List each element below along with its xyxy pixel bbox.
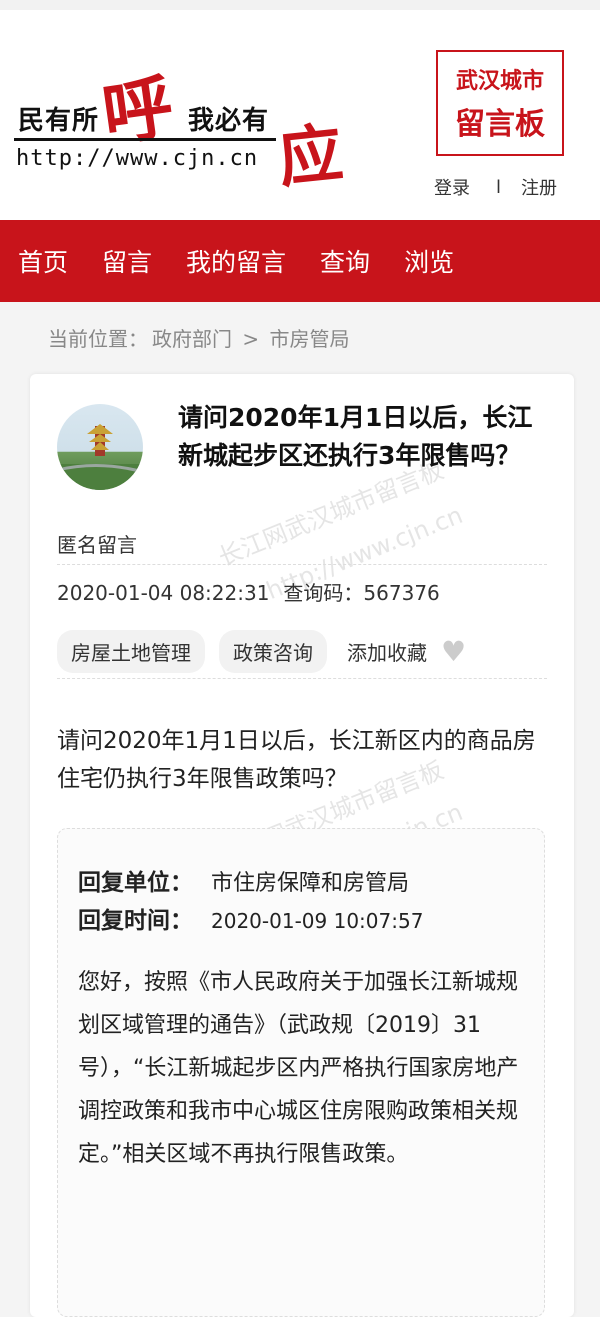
question-meta: 2020-01-04 08:22:31 查询码：567376 bbox=[57, 577, 440, 606]
reply-box: 回复单位： 市住房保障和房管局 回复时间： 2020-01-09 10:07:57 … bbox=[57, 828, 545, 1317]
board-logo-line2: 留言板 bbox=[455, 107, 545, 142]
breadcrumb-prefix: 当前位置： bbox=[48, 327, 148, 351]
breadcrumb-level2[interactable]: 市房管局 bbox=[269, 327, 349, 351]
reply-time-label: 回复时间： bbox=[78, 908, 193, 934]
query-code-label: 查询码： bbox=[283, 581, 364, 605]
logo-text-right: 我必有 bbox=[188, 106, 270, 136]
reply-unit-row: 回复单位： 市住房保障和房管局 bbox=[78, 863, 409, 897]
nav-browse[interactable]: 浏览 bbox=[404, 243, 454, 279]
breadcrumb-level1[interactable]: 政府部门 bbox=[152, 327, 232, 351]
heart-icon[interactable]: ♥ bbox=[441, 635, 466, 668]
tag-row: 房屋土地管理 政策咨询 添加收藏 ♥ bbox=[57, 630, 466, 673]
logo-calligraphy-hu: 呼 bbox=[97, 64, 179, 157]
divider bbox=[57, 564, 547, 565]
nav-my-messages[interactable]: 我的留言 bbox=[186, 243, 286, 279]
avatar bbox=[57, 404, 143, 490]
divider bbox=[57, 678, 547, 679]
post-datetime: 2020-01-04 08:22:31 bbox=[57, 581, 270, 605]
logo-url: http://www.cjn.cn bbox=[16, 146, 259, 171]
login-link[interactable]: 登录 bbox=[434, 174, 470, 200]
question-title: 请问2020年1月1日以后，长江新城起步区还执行3年限售吗？ bbox=[178, 403, 533, 470]
site-header: 民有所 呼 我必有 应 http://www.cjn.cn 武汉城市 留言板 登… bbox=[0, 10, 600, 220]
message-card: 长江网武汉城市留言板 http://www.cjn.cn 长江网武汉城市留言板 … bbox=[30, 374, 574, 1317]
question-body: 请问2020年1月1日以后，长江新区内的商品房住宅仍执行3年限售政策吗？ bbox=[57, 728, 536, 792]
reply-time: 2020-01-09 10:07:57 bbox=[211, 909, 424, 933]
reply-unit: 市住房保障和房管局 bbox=[211, 871, 410, 896]
logo-underline bbox=[14, 138, 276, 141]
nav-home[interactable]: 首页 bbox=[18, 243, 68, 279]
logo-text-left: 民有所 bbox=[18, 106, 100, 136]
tag-category[interactable]: 房屋土地管理 bbox=[57, 630, 205, 673]
main-nav: 首页 留言 我的留言 查询 浏览 bbox=[0, 220, 600, 302]
reply-text: 您好，按照《市人民政府关于加强长江新城规划区域管理的通告》（武政规〔2019〕3… bbox=[78, 970, 519, 1167]
auth-links: 登录 l 注册 bbox=[434, 174, 574, 200]
tag-type[interactable]: 政策咨询 bbox=[219, 630, 327, 673]
reply-time-row: 回复时间： 2020-01-09 10:07:57 bbox=[78, 901, 423, 935]
author-label: 匿名留言 bbox=[57, 533, 137, 557]
nav-search[interactable]: 查询 bbox=[320, 243, 370, 279]
query-code: 567376 bbox=[363, 581, 440, 605]
nav-post-message[interactable]: 留言 bbox=[102, 243, 152, 279]
register-link[interactable]: 注册 bbox=[521, 174, 557, 200]
auth-separator: l bbox=[496, 176, 502, 198]
reply-unit-label: 回复单位： bbox=[78, 870, 193, 896]
board-logo[interactable]: 武汉城市 留言板 bbox=[436, 50, 564, 156]
breadcrumb-arrow: > bbox=[242, 327, 260, 351]
breadcrumb: 当前位置： 政府部门 > 市房管局 bbox=[48, 323, 353, 352]
board-logo-line1: 武汉城市 bbox=[455, 69, 544, 94]
logo-calligraphy-ying: 应 bbox=[274, 115, 347, 198]
top-strip bbox=[0, 0, 600, 10]
add-favorite-button[interactable]: 添加收藏 bbox=[347, 637, 427, 666]
